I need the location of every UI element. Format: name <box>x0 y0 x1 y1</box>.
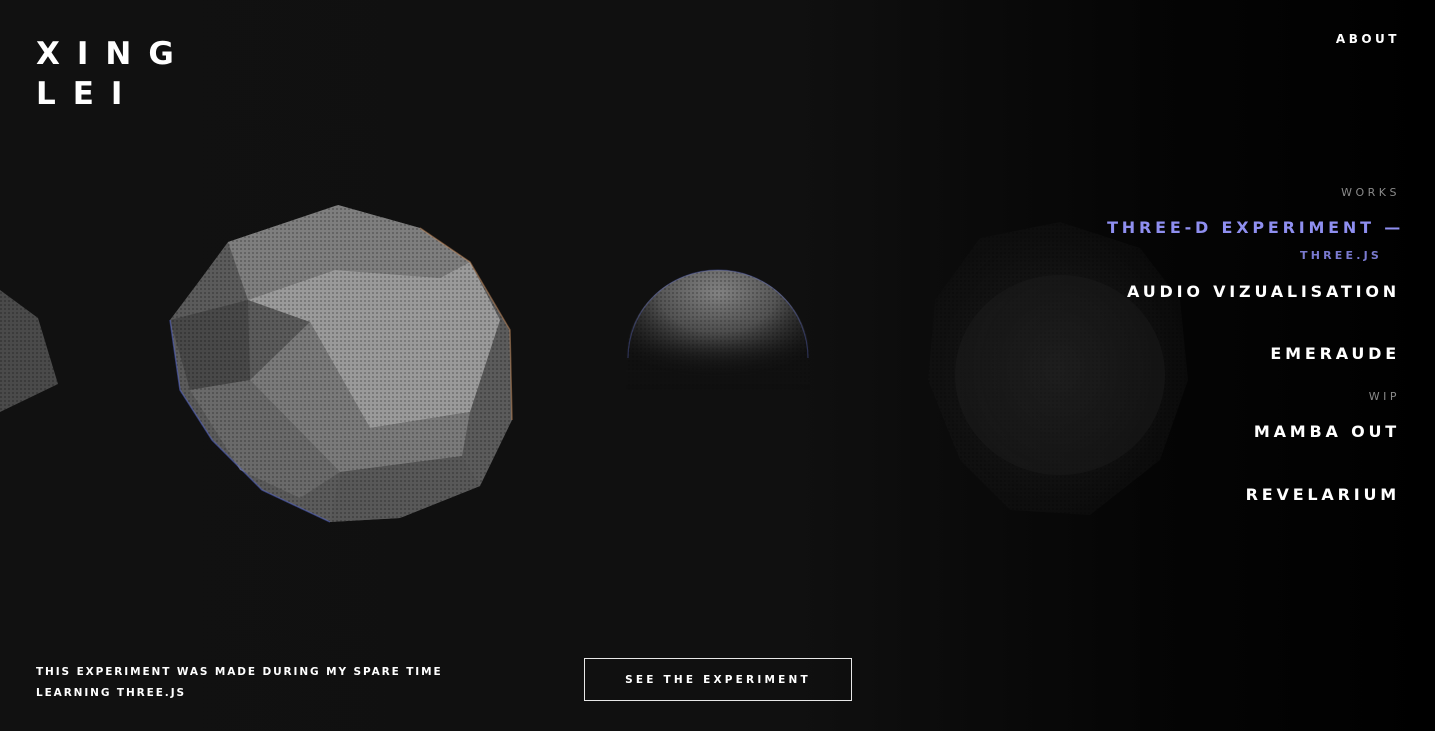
site-logo[interactable]: XING LEI <box>36 34 191 114</box>
center-sphere-shape <box>626 269 810 390</box>
description-line-2: LEARNING THREE.JS <box>36 687 186 699</box>
wip-section-label: WIP <box>1368 390 1400 403</box>
main-polyhedron-shape <box>169 205 513 523</box>
description-line-1: THIS EXPERIMENT WAS MADE DURING MY SPARE… <box>36 666 443 678</box>
nav-item-emeraude[interactable]: EMERAUDE <box>1270 344 1400 363</box>
nav-item-audio-vizualisation[interactable]: AUDIO VIZUALISATION <box>1127 282 1400 301</box>
right-faded-polyhedron-shape <box>928 222 1188 515</box>
nav-item-mamba-out[interactable]: MAMBA OUT <box>1254 422 1400 441</box>
see-the-experiment-button[interactable]: SEE THE EXPERIMENT <box>584 658 852 701</box>
nav-item-three-d-experiment[interactable]: THREE-D EXPERIMENT — <box>1107 218 1404 237</box>
logo-line-1: XING <box>36 36 191 72</box>
nav-item-revelarium[interactable]: REVELARIUM <box>1246 485 1400 504</box>
nav-item-three-d-experiment-subtitle: THREE.JS <box>1299 249 1382 262</box>
left-polyhedron-shape <box>0 290 58 412</box>
experiment-description: THIS EXPERIMENT WAS MADE DURING MY SPARE… <box>36 662 476 704</box>
logo-line-2: LEI <box>36 76 140 112</box>
see-the-experiment-label: SEE THE EXPERIMENT <box>625 673 811 686</box>
works-section-label: WORKS <box>1341 186 1400 199</box>
threejs-scene[interactable] <box>0 0 1435 731</box>
about-link[interactable]: ABOUT <box>1336 32 1400 46</box>
